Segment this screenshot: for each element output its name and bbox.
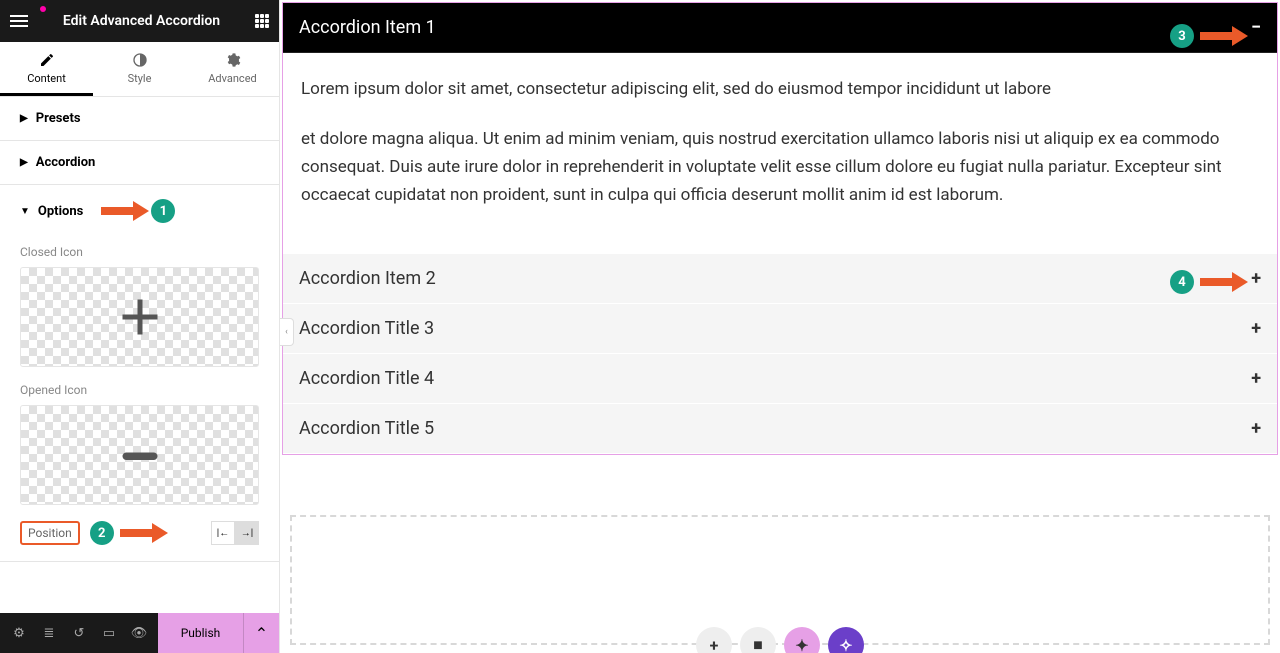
- tab-style-label: Style: [128, 72, 152, 85]
- notification-dot: [40, 6, 46, 12]
- section-presets-label: Presets: [36, 111, 81, 126]
- accordion-header-1[interactable]: Accordion Item 1 −: [283, 3, 1277, 53]
- publish-options-chevron[interactable]: ⌃: [243, 613, 279, 653]
- closed-icon-picker[interactable]: [20, 267, 259, 367]
- caret-right-icon: ▶: [20, 157, 28, 168]
- folder-button[interactable]: ■: [740, 627, 776, 653]
- section-header-presets[interactable]: ▶ Presets: [0, 97, 279, 140]
- apps-grid-icon[interactable]: [255, 14, 269, 28]
- panel-body: ▶ Presets ▶ Accordion ▼ Options 1 Closed…: [0, 97, 279, 613]
- placeholder-actions: + ■ ✦ ✧: [696, 627, 864, 653]
- canvas: Accordion Item 1 − Lorem ipsum dolor sit…: [280, 0, 1280, 653]
- accordion-item: Accordion Title 3 +: [283, 304, 1277, 354]
- pencil-icon: [39, 52, 55, 68]
- badge-2: 2: [90, 521, 114, 545]
- tab-advanced-label: Advanced: [208, 72, 256, 85]
- settings-icon[interactable]: ⚙: [4, 613, 34, 653]
- editor-tabs: Content Style Advanced: [0, 42, 279, 97]
- hamburger-icon[interactable]: [10, 15, 28, 27]
- caret-right-icon: ▶: [20, 113, 28, 124]
- responsive-icon[interactable]: ▭: [94, 613, 124, 653]
- ai-button[interactable]: ✧: [828, 627, 864, 653]
- accordion-item: Accordion Item 1 − Lorem ipsum dolor sit…: [283, 3, 1277, 254]
- position-row: Position 2 |← →|: [20, 521, 259, 545]
- section-options-label: Options: [38, 204, 83, 219]
- editor-sidebar: Edit Advanced Accordion Content Style Ad…: [0, 0, 280, 653]
- position-label: Position: [20, 521, 80, 545]
- badge-1: 1: [151, 199, 175, 223]
- gear-icon: [225, 52, 241, 68]
- accordion-item: Accordion Item 2 +: [283, 254, 1277, 304]
- opened-icon-picker[interactable]: [20, 405, 259, 505]
- section-options-content: Closed Icon Opened Icon Position 2 |←: [0, 237, 279, 561]
- section-header-accordion[interactable]: ▶ Accordion: [0, 141, 279, 184]
- arrow-icon: [120, 523, 164, 543]
- tab-style[interactable]: Style: [93, 42, 186, 96]
- badge-4: 4: [1170, 270, 1194, 294]
- position-buttons: |← →|: [211, 521, 259, 545]
- annotation-1: 1: [101, 199, 175, 223]
- opened-icon-label: Opened Icon: [20, 383, 259, 397]
- arrow-icon: [101, 201, 145, 221]
- minus-icon: −: [1251, 17, 1261, 38]
- collapse-sidebar-handle[interactable]: ‹: [280, 318, 294, 346]
- accordion-title: Accordion Title 4: [299, 368, 1251, 389]
- position-left-button[interactable]: |←: [211, 521, 235, 545]
- arrow-icon: [1200, 272, 1244, 292]
- accordion-paragraph: Lorem ipsum dolor sit amet, consectetur …: [301, 75, 1259, 103]
- contrast-icon: [132, 52, 148, 68]
- accordion-title: Accordion Title 5: [299, 418, 1251, 439]
- footer-icons: ⚙ ≣ ↺ ▭ 👁: [0, 613, 158, 653]
- accordion-header-5[interactable]: Accordion Title 5 +: [283, 404, 1277, 453]
- accordion-title: Accordion Item 1: [299, 17, 1251, 38]
- plus-icon: +: [1251, 418, 1261, 439]
- annotation-4: 4: [1170, 270, 1244, 294]
- plus-icon: +: [1251, 268, 1261, 289]
- annotation-2: 2: [90, 521, 164, 545]
- position-right-button[interactable]: →|: [235, 521, 259, 545]
- tab-advanced[interactable]: Advanced: [186, 42, 279, 96]
- minus-icon: [110, 425, 170, 485]
- tab-content[interactable]: Content: [0, 42, 93, 96]
- sidebar-header: Edit Advanced Accordion: [0, 0, 279, 42]
- add-section-zone[interactable]: + ■ ✦ ✧: [290, 515, 1270, 645]
- layers-icon[interactable]: ≣: [34, 613, 64, 653]
- plus-icon: [110, 287, 170, 347]
- section-presets: ▶ Presets: [0, 97, 279, 141]
- accordion-body-1: Lorem ipsum dolor sit amet, consectetur …: [283, 53, 1277, 253]
- accordion-title: Accordion Item 2: [299, 268, 1251, 289]
- accordion-header-4[interactable]: Accordion Title 4 +: [283, 354, 1277, 403]
- history-icon[interactable]: ↺: [64, 613, 94, 653]
- add-button[interactable]: +: [696, 627, 732, 653]
- tab-content-label: Content: [27, 72, 66, 85]
- accordion-widget[interactable]: Accordion Item 1 − Lorem ipsum dolor sit…: [282, 2, 1278, 455]
- closed-icon-label: Closed Icon: [20, 245, 259, 259]
- annotation-3: 3: [1170, 24, 1244, 48]
- accordion-header-3[interactable]: Accordion Title 3 +: [283, 304, 1277, 353]
- accordion-item: Accordion Title 4 +: [283, 354, 1277, 404]
- sparkle-button[interactable]: ✦: [784, 627, 820, 653]
- accordion-header-2[interactable]: Accordion Item 2 +: [283, 254, 1277, 303]
- accordion-paragraph: et dolore magna aliqua. Ut enim ad minim…: [301, 125, 1259, 209]
- section-header-options[interactable]: ▼ Options 1: [0, 185, 279, 237]
- caret-down-icon: ▼: [20, 206, 30, 217]
- section-accordion-label: Accordion: [36, 155, 96, 170]
- badge-3: 3: [1170, 24, 1194, 48]
- section-accordion: ▶ Accordion: [0, 141, 279, 185]
- publish-button[interactable]: Publish: [158, 613, 243, 653]
- accordion-item: Accordion Title 5 +: [283, 404, 1277, 454]
- accordion-title: Accordion Title 3: [299, 318, 1251, 339]
- plus-icon: +: [1251, 318, 1261, 339]
- preview-icon[interactable]: 👁: [124, 613, 154, 653]
- page-title: Edit Advanced Accordion: [28, 13, 255, 29]
- arrow-icon: [1200, 26, 1244, 46]
- section-options: ▼ Options 1 Closed Icon Opened Icon Posi…: [0, 185, 279, 562]
- sidebar-footer: ⚙ ≣ ↺ ▭ 👁 Publish ⌃: [0, 613, 279, 653]
- plus-icon: +: [1251, 368, 1261, 389]
